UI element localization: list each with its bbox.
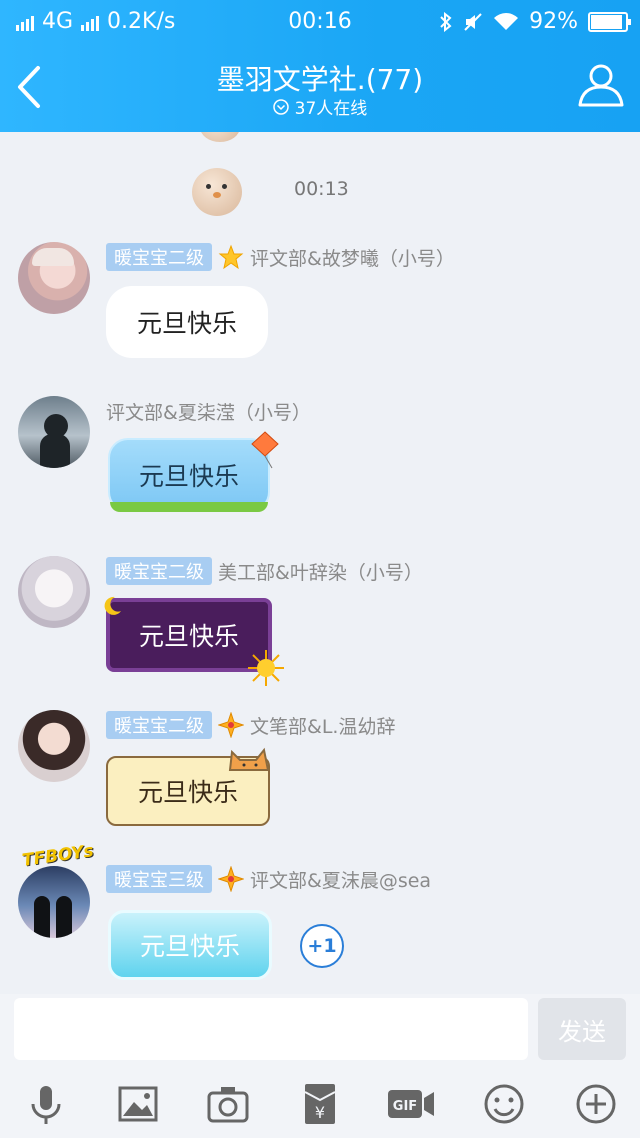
chevron-circle-icon [272, 98, 289, 115]
level-badge: 暖宝宝二级 [106, 243, 212, 271]
mic-icon[interactable] [22, 1080, 70, 1128]
chat-area[interactable]: 00:13 暖宝宝二级 评文部&故梦曦（小号） 元旦快乐 评文部&夏柒滢（小号）… [0, 132, 640, 994]
sender-info: 暖宝宝二级 美工部&叶辞染（小号） [106, 556, 423, 586]
sender-info: 评文部&夏柒滢（小号） [106, 396, 311, 426]
sparkle-icon [218, 866, 244, 892]
camera-icon[interactable] [204, 1080, 252, 1128]
app-header: 4G 0.2K/s 00:16 92% 墨羽文学社.(77) 37人在线 [0, 0, 640, 132]
plus-icon[interactable] [572, 1080, 620, 1128]
avatar[interactable] [18, 396, 90, 468]
battery-icon [588, 11, 631, 32]
status-bar: 4G 0.2K/s 00:16 92% [0, 0, 640, 44]
message-text: 元旦快乐 [136, 309, 237, 338]
sender-name[interactable]: 文笔部&L.温幼辞 [250, 712, 395, 739]
message-text: 元旦快乐 [138, 462, 239, 491]
star-icon [218, 244, 244, 270]
sender-info: 暖宝宝三级 评文部&夏沫晨@sea [106, 864, 431, 894]
composer: 发送 [0, 994, 640, 1068]
message-text: 元旦快乐 [138, 622, 239, 651]
cat-icon [228, 747, 270, 771]
avatar[interactable] [18, 866, 90, 938]
message-text: 元旦快乐 [139, 932, 240, 961]
message-bubble[interactable]: 元旦快乐 [108, 438, 270, 512]
sender-name[interactable]: 评文部&夏柒滢（小号） [106, 398, 311, 425]
group-title: 墨羽文学社.(77) [216, 63, 424, 96]
sender-name[interactable]: 评文部&故梦曦（小号） [250, 244, 455, 271]
message-input[interactable] [14, 998, 528, 1060]
avatar[interactable] [18, 242, 90, 314]
emoji-icon[interactable] [480, 1080, 528, 1128]
svg-text:¥: ¥ [315, 1103, 325, 1122]
bluetooth-icon [440, 11, 452, 32]
sticker-egg [192, 168, 242, 216]
moon-icon [104, 596, 121, 615]
chat-timestamp: 00:13 [294, 178, 349, 200]
message-bubble[interactable]: 元旦快乐 [106, 286, 268, 358]
mute-icon [464, 12, 482, 31]
level-badge: 暖宝宝二级 [106, 711, 212, 739]
sender-info: 暖宝宝二级 文笔部&L.温幼辞 [106, 710, 395, 740]
sun-icon [248, 650, 284, 686]
send-button[interactable]: 发送 [538, 998, 626, 1060]
level-badge: 暖宝宝二级 [106, 557, 212, 585]
red-packet-icon[interactable]: ¥ [296, 1080, 344, 1128]
message-text: 元旦快乐 [137, 778, 238, 807]
gif-icon[interactable]: GIF [386, 1080, 436, 1128]
input-toolbar: ¥ GIF [0, 1068, 640, 1138]
kite-icon [251, 431, 279, 469]
online-text: 37人在线 [294, 99, 368, 119]
level-badge: 暖宝宝三级 [106, 865, 212, 893]
image-icon[interactable] [114, 1080, 162, 1128]
sender-info: 暖宝宝二级 评文部&故梦曦（小号） [106, 242, 455, 272]
plus-one-button[interactable]: +1 [300, 924, 344, 968]
avatar[interactable] [18, 710, 90, 782]
group-members-icon[interactable] [576, 62, 626, 108]
sticker-partial [200, 132, 240, 142]
wifi-icon [494, 12, 519, 30]
message-bubble[interactable]: 元旦快乐 [108, 910, 272, 980]
battery-percent: 92% [529, 9, 578, 34]
online-count: 37人在线 [0, 94, 640, 119]
sender-name[interactable]: 评文部&夏沫晨@sea [250, 866, 431, 893]
sender-name[interactable]: 美工部&叶辞染（小号） [218, 558, 423, 585]
svg-text:GIF: GIF [393, 1099, 417, 1114]
sparkle-icon [218, 712, 244, 738]
avatar[interactable] [18, 556, 90, 628]
